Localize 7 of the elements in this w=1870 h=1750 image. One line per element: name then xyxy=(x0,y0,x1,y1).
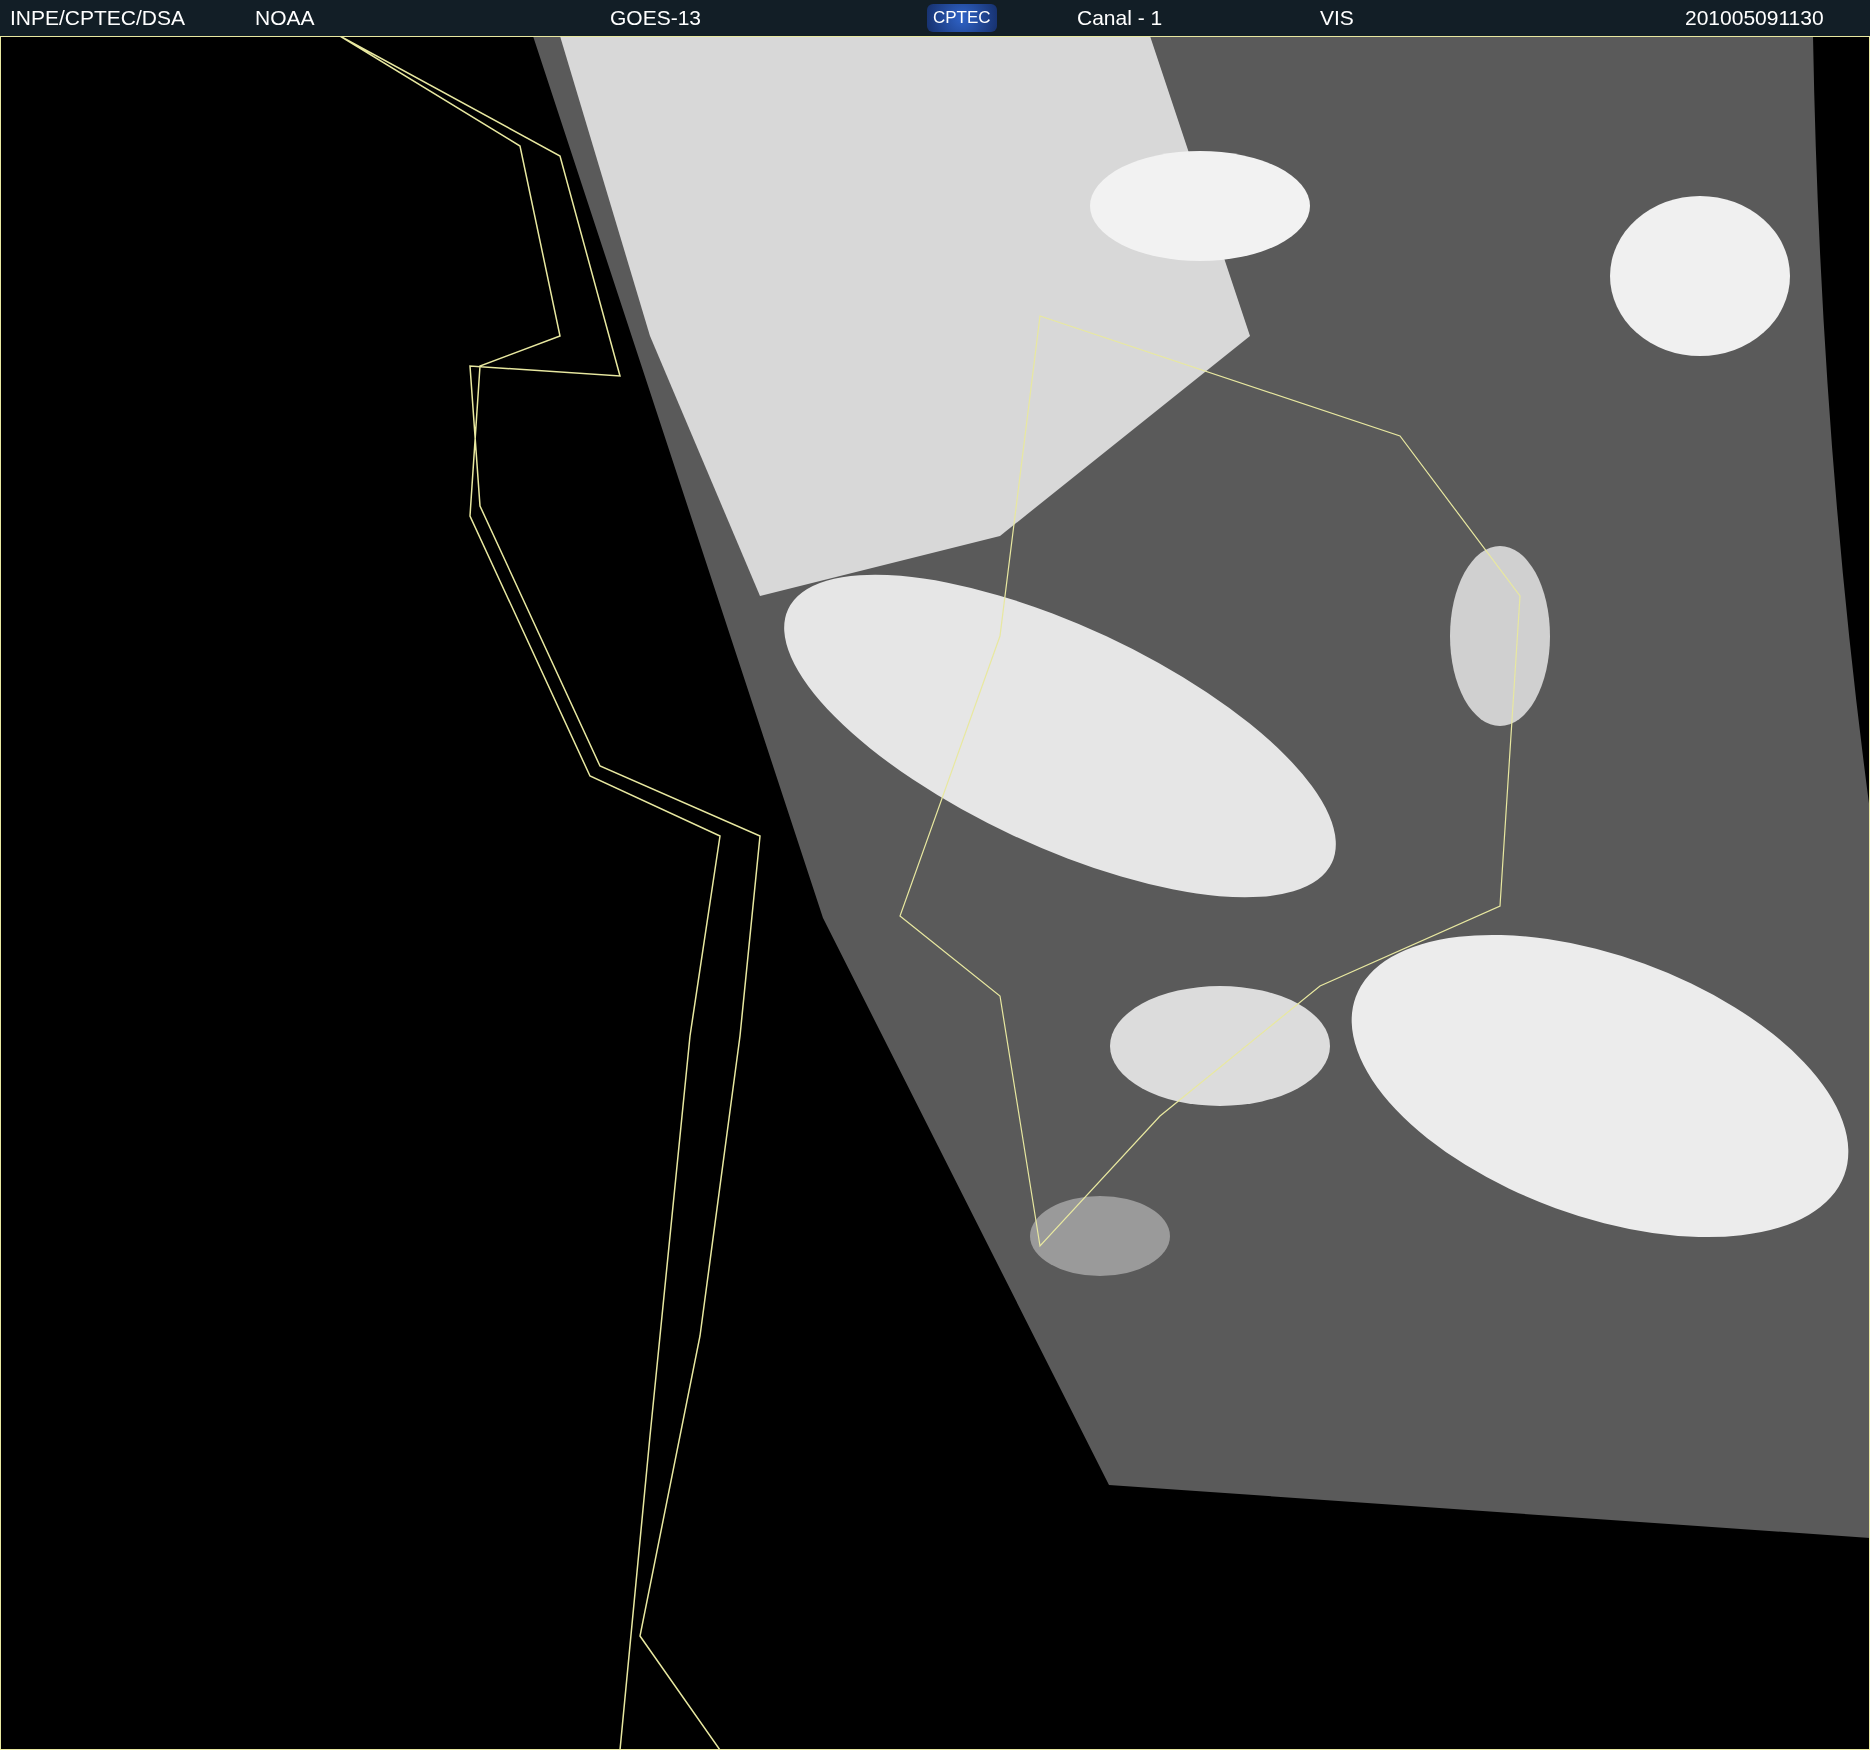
logo: CPTEC xyxy=(927,4,997,32)
header-text: NOAA xyxy=(255,6,315,30)
header-text: INPE/CPTEC/DSA xyxy=(10,6,186,30)
header-text: Canal - 1 xyxy=(1077,6,1163,30)
header-text: GOES-13 xyxy=(610,6,702,30)
header-text: 201005091130 xyxy=(1685,6,1824,30)
header-text: VIS xyxy=(1320,6,1354,30)
